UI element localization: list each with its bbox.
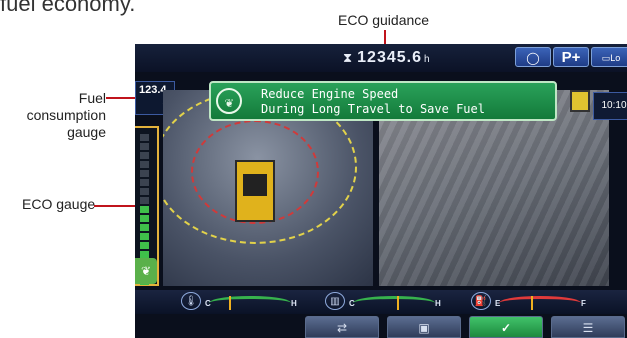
camera-switch-icon: ⇄ xyxy=(336,321,348,335)
softkey-bar: ⇄ ▣ ✓ ☰ xyxy=(135,316,627,338)
eco-gauge-segment xyxy=(140,134,149,141)
eco-gauge-segment xyxy=(140,161,149,168)
eco-leaf-icon: ❦ xyxy=(216,88,242,114)
bottom-gauge-row: 🌡 C H ▥ C H ⛽ E F xyxy=(135,290,627,314)
camera-icon: ▣ xyxy=(418,321,430,335)
lo-indicator-icon: ▭ xyxy=(601,53,611,63)
gauge-high-label: F xyxy=(581,299,586,308)
eco-gauge-segment xyxy=(140,233,149,240)
eco-gauge-segment xyxy=(140,242,149,249)
power-mode-button[interactable]: P+ xyxy=(553,47,589,67)
eco-gauge-segment xyxy=(140,215,149,222)
eco-gauge-segment xyxy=(140,188,149,195)
light-bulb-icon: ◯ xyxy=(526,51,540,65)
eco-guidance-line1: Reduce Engine Speed xyxy=(261,87,399,101)
machine-monitor-screen: ⧗12345.6h ◯ P+ ▭Lo 123.4 ℓ/h ❦ ❦ Reduce … xyxy=(135,44,627,338)
gauge-arc xyxy=(353,296,435,310)
gauge-arc xyxy=(209,296,291,310)
eco-guidance-line2: During Long Travel to Save Fuel xyxy=(261,102,485,116)
eco-gauge-segment xyxy=(140,143,149,150)
checkmark-icon: ✓ xyxy=(500,321,512,335)
service-meter: ⧗ 12345.6 h xyxy=(343,49,431,67)
camera-switch-softkey[interactable]: ⇄ xyxy=(305,316,379,338)
coolant-temperature-icon: 🌡 xyxy=(181,292,201,310)
hourmeter-unit: h xyxy=(423,54,431,65)
oil-temperature-icon: ▥ xyxy=(325,292,345,310)
machine-top-view-icon xyxy=(235,160,275,222)
confirm-softkey[interactable]: ✓ xyxy=(469,316,543,338)
coolant-temperature-gauge: 🌡 C H xyxy=(181,290,311,314)
callout-eco-gauge-line xyxy=(94,205,136,207)
eco-gauge-segment xyxy=(140,251,149,258)
fuel-level-icon: ⛽ xyxy=(471,292,491,310)
fuel-level-gauge: ⛽ E F xyxy=(471,290,601,314)
eco-guidance-message: ❦ Reduce Engine Speed During Long Travel… xyxy=(209,81,557,121)
eco-gauge-segment xyxy=(140,170,149,177)
eco-gauge-segment xyxy=(140,224,149,231)
gauge-needle xyxy=(531,296,533,310)
callout-fuel-consumption-label: Fuel consumption gauge xyxy=(4,90,106,141)
intro-text: fuel economy. xyxy=(0,0,136,16)
callout-fuel-line1: Fuel xyxy=(78,90,106,106)
eco-gauge-segment xyxy=(140,197,149,204)
callout-eco-gauge-label: ECO gauge xyxy=(22,196,96,212)
callout-eco-guidance-label: ECO guidance xyxy=(338,12,430,28)
eco-leaf-icon: ❦ xyxy=(135,258,157,284)
callout-fuel-line2: consumption xyxy=(26,107,106,123)
shift-indicator-icon xyxy=(570,90,590,112)
camera-view-softkey[interactable]: ▣ xyxy=(387,316,461,338)
gauge-needle xyxy=(397,296,399,310)
gauge-needle xyxy=(229,296,231,310)
eco-gauge-segment xyxy=(140,152,149,159)
menu-softkey[interactable]: ☰ xyxy=(551,316,625,338)
oil-temperature-gauge: ▥ C H xyxy=(325,290,455,314)
travel-speed-label: Lo xyxy=(610,53,621,63)
callout-fuel-line3: gauge xyxy=(67,124,106,140)
callout-fuel-consumption-line xyxy=(106,97,136,99)
eco-gauge-segment xyxy=(140,206,149,213)
gauge-high-label: H xyxy=(291,299,297,308)
gauge-high-label: H xyxy=(435,299,441,308)
work-light-button[interactable]: ◯ xyxy=(515,47,551,67)
hourmeter-value: 12345.6 xyxy=(357,49,422,66)
top-status-bar: ⧗ 12345.6 h ◯ P+ ▭Lo xyxy=(135,44,627,72)
eco-gauge-segment xyxy=(140,179,149,186)
menu-list-icon: ☰ xyxy=(582,321,594,335)
clock: 10:10 xyxy=(593,92,627,120)
travel-speed-button[interactable]: ▭Lo xyxy=(591,47,627,67)
hourglass-icon: ⧗ xyxy=(343,50,354,65)
gauge-arc xyxy=(499,296,581,310)
